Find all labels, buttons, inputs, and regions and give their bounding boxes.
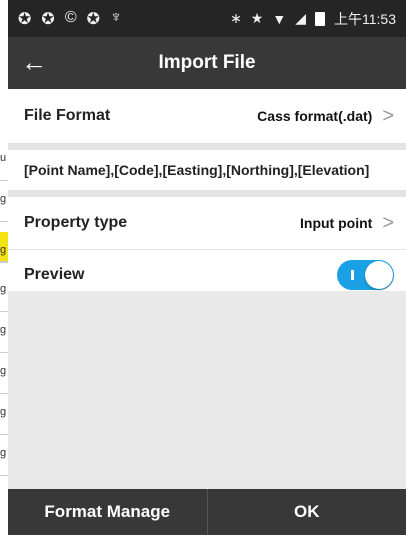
bottom-action-bar: Format Manage OK xyxy=(8,489,406,535)
chevron-right-icon: > xyxy=(382,211,394,234)
property-type-value: Input point xyxy=(300,215,373,231)
toggle-knob[interactable] xyxy=(365,260,393,289)
preview-toggle[interactable] xyxy=(337,259,394,290)
preview-area xyxy=(8,291,406,489)
file-format-value: Cass format(.dat) xyxy=(257,108,373,124)
toggle-on-indicator xyxy=(351,269,354,280)
page-title: Import File xyxy=(158,52,256,73)
divider xyxy=(8,143,406,150)
format-template-text: [Point Name],[Code],[Easting],[Northing]… xyxy=(24,162,370,178)
bluetooth-icon: ∗ xyxy=(230,10,242,26)
battery-icon xyxy=(315,11,325,26)
back-button[interactable]: ← xyxy=(18,47,50,79)
file-format-row[interactable]: File Format Cass format(.dat) > xyxy=(8,89,406,143)
wifi-icon: ▼ xyxy=(272,10,287,27)
usb-icon: ♆ xyxy=(110,8,123,26)
clock: 上午11:53 xyxy=(334,10,396,27)
chevron-right-icon: > xyxy=(382,104,394,127)
star-icon: ★ xyxy=(250,10,264,26)
ok-button[interactable]: OK xyxy=(208,489,406,535)
signal-icon: ◢ xyxy=(295,10,306,26)
format-template-row: [Point Name],[Code],[Easting],[Northing]… xyxy=(8,150,406,190)
title-bar: ← Import File xyxy=(8,37,406,89)
format-manage-button[interactable]: Format Manage xyxy=(8,489,207,535)
preview-label: Preview xyxy=(24,265,85,283)
property-type-label: Property type xyxy=(24,214,128,231)
copyright-icon: © xyxy=(64,8,77,26)
property-type-row[interactable]: Property type Input point > xyxy=(8,197,406,250)
status-bar: ✪ ✪ © ✪ ♆ ∗ ★ ▼ ◢ 上午11:53 xyxy=(8,0,406,37)
divider xyxy=(8,190,406,197)
sync-icon: ✪ xyxy=(18,10,32,28)
file-format-label: File Format xyxy=(24,107,111,124)
sync-icon: ✪ xyxy=(41,10,55,28)
import-file-dialog: ✪ ✪ © ✪ ♆ ∗ ★ ▼ ◢ 上午11:53 ← Import File … xyxy=(8,0,406,535)
back-arrow-icon: ← xyxy=(21,47,47,77)
sync-icon: ✪ xyxy=(86,10,101,28)
